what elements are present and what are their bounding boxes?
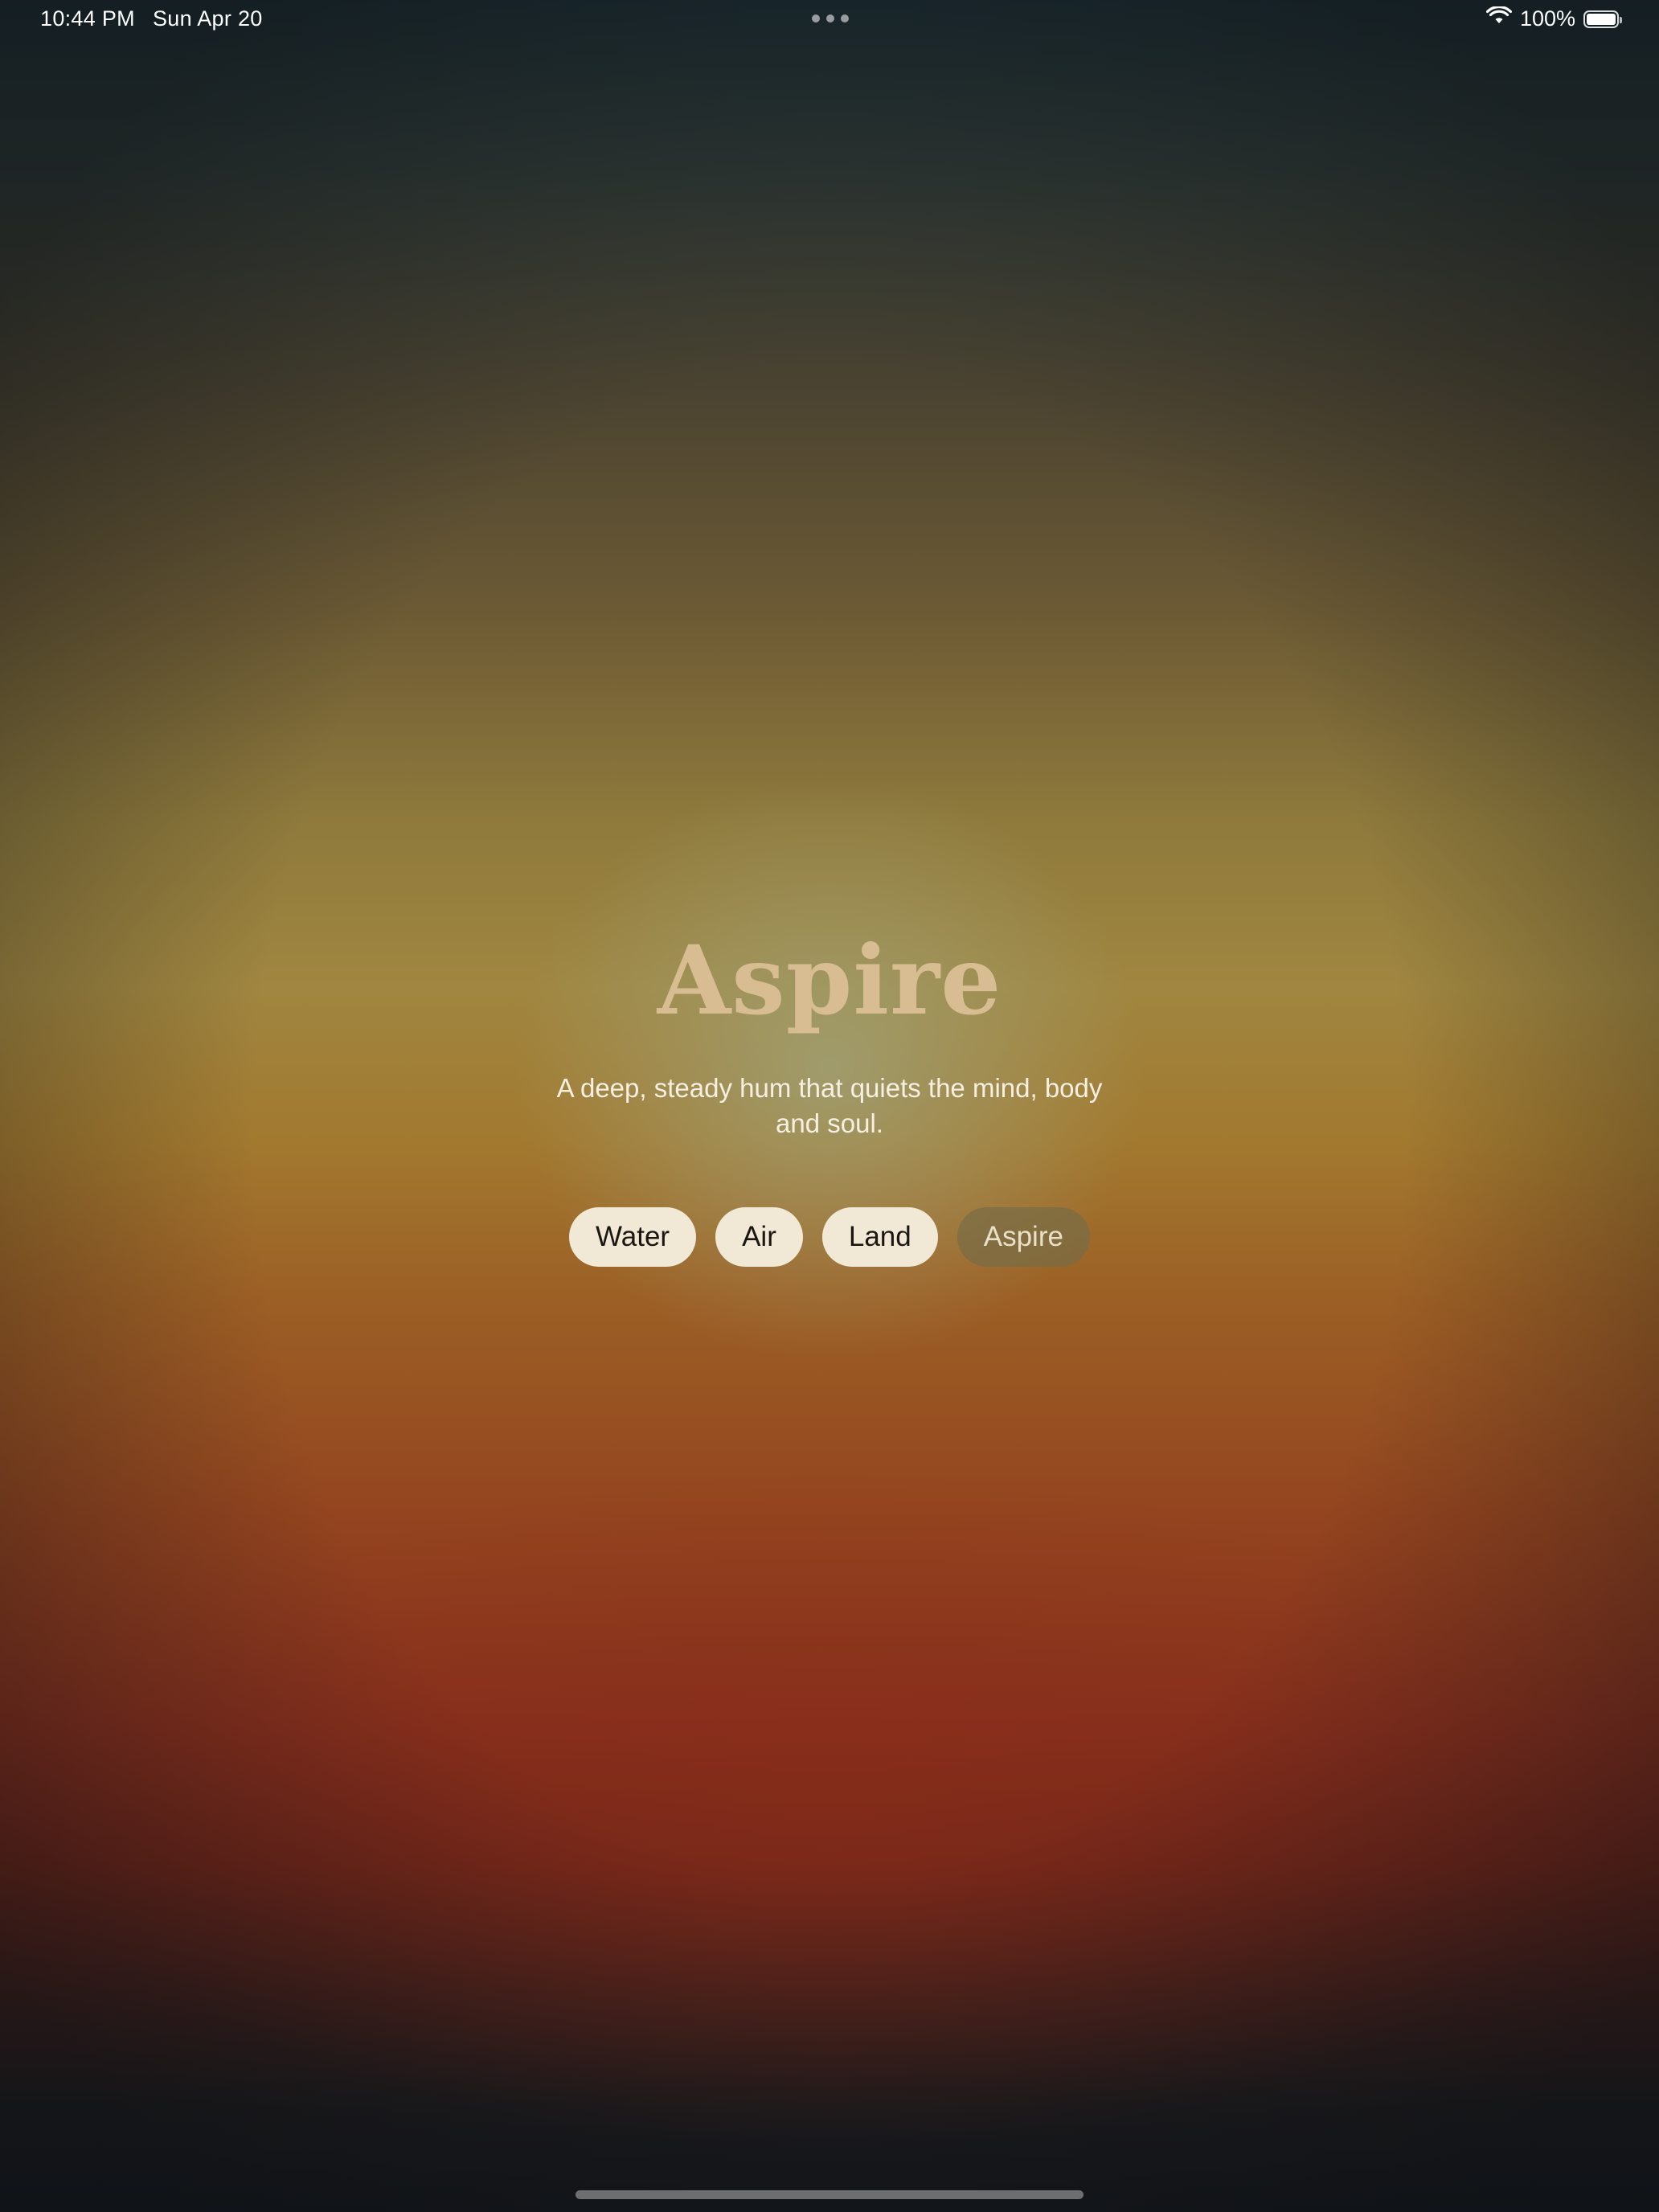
chip-land[interactable]: Land (821, 1207, 938, 1267)
multitask-dot (826, 14, 834, 23)
multitask-dot (812, 14, 820, 23)
multitask-dots-icon[interactable] (812, 14, 849, 23)
description-text: A deep, steady hum that quiets the mind,… (556, 1073, 1103, 1138)
battery-percent: 100% (1519, 6, 1575, 31)
status-time: 10:44 PM (40, 6, 135, 31)
battery-fill (1587, 13, 1616, 25)
status-date: Sun Apr 20 (152, 6, 263, 31)
multitask-dot (841, 14, 849, 23)
sound-category-chips: Water Air Land Aspire (0, 1207, 1659, 1267)
chip-water[interactable]: Water (569, 1207, 697, 1267)
battery-icon (1583, 10, 1622, 28)
wifi-icon (1485, 5, 1513, 31)
status-bar-right: 100% (1485, 5, 1622, 31)
chip-air[interactable]: Air (715, 1207, 803, 1267)
chip-aspire[interactable]: Aspire (956, 1207, 1090, 1267)
status-bar-left: 10:44 PM Sun Apr 20 (40, 6, 263, 31)
home-indicator[interactable] (576, 2190, 1083, 2199)
page-title: Aspire (657, 924, 1002, 1036)
